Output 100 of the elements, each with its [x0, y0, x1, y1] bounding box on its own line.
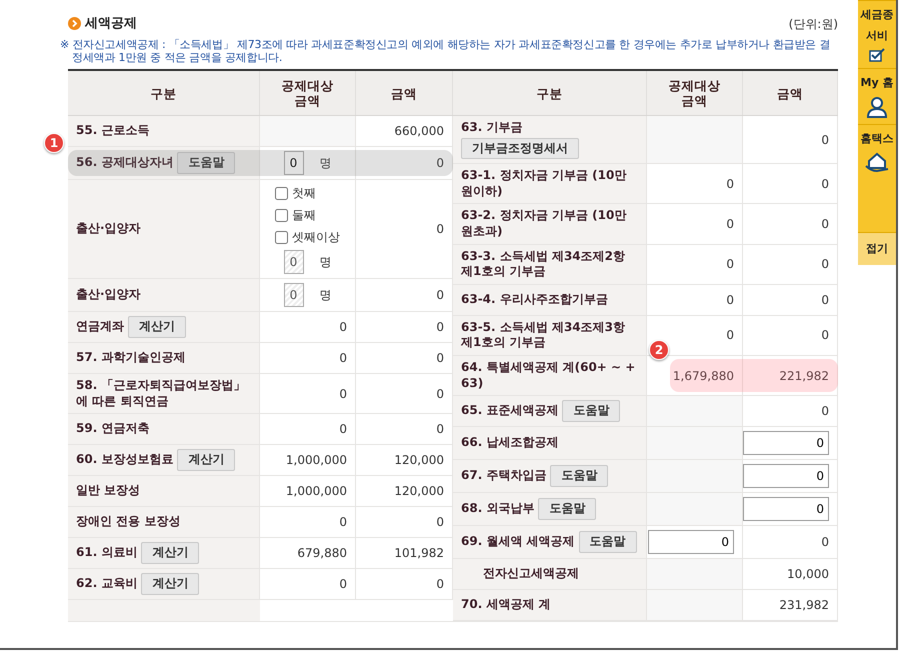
menu-label: My 홈: [860, 75, 894, 91]
amount-value: 0: [821, 327, 829, 344]
row-label: 59. 연금저축: [76, 421, 150, 437]
amount-value: 0: [821, 534, 829, 552]
amount-value: 0: [821, 256, 829, 274]
row-label: 63-2. 정치자금 기부금 (10만원초과): [461, 208, 628, 240]
row-label: 출산·입양자: [76, 221, 141, 237]
menu-label: 홈택스: [860, 130, 894, 146]
statement-button[interactable]: 기부금조정명세서: [461, 138, 579, 160]
column-header: 공제대상금액: [647, 71, 743, 115]
help-button[interactable]: 계산기: [141, 542, 200, 564]
amount-value: 0: [726, 176, 734, 193]
side-menu-item[interactable]: 세금종 서비: [858, 0, 896, 68]
side-menu-item[interactable]: My 홈: [858, 68, 896, 124]
column-header: 공제대상금액: [260, 71, 356, 115]
amount-value: 0: [726, 327, 734, 344]
row-label: 62. 교육비: [76, 576, 138, 592]
row-label: 60. 보장성보험료: [76, 452, 174, 468]
row-label: 56. 공제대상자녀: [76, 155, 174, 171]
unit-label: 명: [320, 155, 332, 172]
checkbox-label: 첫째: [292, 185, 316, 202]
column-header: 구분: [453, 71, 647, 115]
row-label: 58. 「근로자퇴직급여보장법」에 따른 퇴직연금: [76, 378, 246, 410]
menu-label: 서비: [866, 28, 888, 44]
amount-value: 0: [821, 216, 829, 233]
row-label: 57. 과학기술인공제: [76, 350, 186, 366]
column-header: 구분: [68, 71, 260, 115]
amount-field[interactable]: 0: [648, 530, 734, 554]
row-label: 70. 세액공제 계: [461, 597, 551, 613]
amount-field[interactable]: 0: [743, 497, 829, 522]
amount-value: 0: [726, 256, 734, 274]
row-label: 일반 보장성: [76, 483, 140, 499]
row-label: 63-4. 우리사주조합기부금: [461, 292, 608, 308]
amount-value: 660,000: [394, 123, 444, 140]
amount-value: 0: [339, 386, 347, 403]
amount-value: 1,000,000: [286, 483, 347, 500]
amount-value: 101,982: [394, 545, 444, 562]
help-button[interactable]: 계산기: [141, 573, 200, 595]
row-label: 55. 근로소득: [76, 123, 150, 139]
amount-value: 0: [339, 514, 347, 532]
callout-badge: 1: [44, 133, 64, 153]
amount-value: 221,982: [779, 368, 829, 385]
amount-value: 0: [821, 132, 829, 149]
row-label: 63-1. 정치자금 기부금 (10만원이하): [461, 168, 628, 200]
checkbox-label: 셋째이상: [292, 229, 340, 246]
help-button[interactable]: 계산기: [177, 449, 236, 471]
amount-value: 679,880: [297, 545, 347, 562]
row-label: 65. 표준세액공제: [461, 403, 558, 419]
amount-value: 0: [436, 319, 444, 336]
amount-value: 0: [339, 350, 347, 367]
help-button[interactable]: 도움말: [177, 152, 236, 174]
column-header: 금액: [743, 71, 838, 115]
fold-button[interactable]: 접기: [858, 232, 896, 265]
amount-field[interactable]: 0: [743, 431, 829, 456]
count-field[interactable]: 0: [284, 151, 304, 175]
menu-label: 접기: [866, 240, 888, 256]
checkbox-label: 둘째: [292, 207, 316, 224]
row-label: 장애인 전용 보장성: [76, 514, 180, 530]
amount-value: 0: [436, 350, 444, 367]
unit-label: (단위:원): [788, 16, 838, 33]
amount-value: 0: [821, 292, 829, 309]
amount-value: 0: [436, 221, 444, 238]
amount-value: 0: [726, 292, 734, 309]
amount-value: 0: [339, 319, 347, 336]
amount-value: 120,000: [394, 483, 444, 500]
amount-value: 0: [821, 176, 829, 193]
arrow-bullet-icon: [68, 17, 81, 30]
help-button[interactable]: 도움말: [562, 400, 620, 422]
row-label: 68. 외국납부: [461, 501, 534, 517]
amount-value: 231,982: [779, 597, 829, 614]
amount-value: 0: [339, 421, 347, 438]
amount-value: 120,000: [394, 452, 444, 470]
amount-field[interactable]: 0: [743, 464, 829, 488]
amount-value: 1,000,000: [286, 452, 347, 470]
amount-value: 0: [436, 155, 444, 172]
row-label: 전자신고세액공제: [483, 566, 579, 582]
row-label: 연금계좌: [76, 319, 124, 335]
amount-value: 0: [436, 386, 444, 403]
amount-value: 1,679,880: [672, 368, 734, 385]
row-label: 63. 기부금: [461, 120, 522, 136]
amount-value: 0: [436, 287, 444, 304]
row-label: 61. 의료비: [76, 545, 138, 561]
notice-text: ※ 전자신고세액공제 : 「소득세법」 제73조에 따라 과세표준확정신고의 예외에 해당하는 자가 과세표준확정신고를 한 경우에는 추가로 납부하거나 환급받은 결정세액과 1만원 중 적은 금액을 공제합니다.: [60, 38, 832, 65]
help-button[interactable]: 도움말: [578, 531, 637, 553]
section-title: 세액공제: [85, 15, 137, 33]
row-label: 64. 특별세액공제 계(60+ ~ + 63): [461, 360, 636, 392]
amount-value: 0: [821, 403, 829, 420]
row-label: 출산·입양자: [76, 287, 141, 303]
help-button[interactable]: 도움말: [550, 465, 608, 487]
row-label: 63-5. 소득세법 제34조제3항 제1호의 기부금: [461, 320, 626, 351]
unit-label: 명: [320, 287, 332, 304]
amount-value: 0: [436, 576, 444, 594]
amount-value: 0: [726, 216, 734, 233]
checkbox-icon: [869, 48, 885, 62]
help-button[interactable]: 계산기: [128, 316, 186, 338]
amount-value: 0: [436, 514, 444, 532]
unit-label: 명: [320, 254, 332, 271]
help-button[interactable]: 도움말: [538, 498, 596, 520]
side-menu-item[interactable]: 홈택스: [858, 124, 896, 179]
amount-value: 10,000: [787, 566, 829, 584]
